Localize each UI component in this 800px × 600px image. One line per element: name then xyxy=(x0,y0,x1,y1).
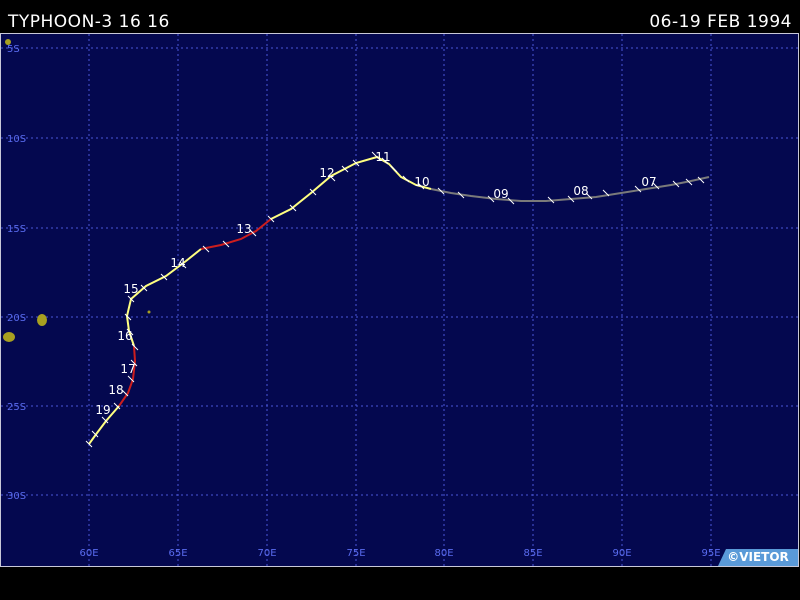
storm-title: TYPHOON-3 16 16 xyxy=(8,12,170,32)
island-chagos xyxy=(5,39,11,45)
day-label: 13 xyxy=(236,222,251,236)
track-storm-segment-2 xyxy=(125,248,202,347)
lon-label: 80E xyxy=(434,548,453,559)
lat-label: 15S xyxy=(7,224,26,235)
track-typhoon-segment-2 xyxy=(118,345,137,407)
day-label: 17 xyxy=(120,362,135,376)
date-range: 06-19 FEB 1994 xyxy=(649,12,792,32)
island-reunion xyxy=(3,332,15,342)
lon-label: 85E xyxy=(523,548,542,559)
day-label: 09 xyxy=(493,187,508,201)
day-label: 12 xyxy=(319,166,334,180)
bottom-bar xyxy=(0,567,800,600)
lat-label: 30S xyxy=(7,491,26,502)
day-label: 11 xyxy=(375,150,390,164)
track-map: 60E 65E 70E 75E 80E 85E 90E 95E 5S 10S 15S 20S 25S 30… xyxy=(0,33,799,567)
lat-label: 5S xyxy=(7,44,20,55)
day-label: 19 xyxy=(95,403,110,417)
day-label: 10 xyxy=(414,175,429,189)
lon-label: 60E xyxy=(79,548,98,559)
lat-label: 25S xyxy=(7,402,26,413)
title-bar: TYPHOON-3 16 16 06-19 FEB 1994 xyxy=(0,0,800,34)
island-rodrigues xyxy=(147,310,151,314)
day-label: 14 xyxy=(170,256,185,270)
day-label: 18 xyxy=(108,383,123,397)
lon-label: 95E xyxy=(701,548,720,559)
day-label: 16 xyxy=(117,329,132,343)
track-tick xyxy=(390,165,398,173)
lat-label: 10S xyxy=(7,134,26,145)
lon-label: 65E xyxy=(168,548,187,559)
copyright-badge: ©VIETOR xyxy=(718,549,798,566)
island-mauritius xyxy=(37,314,47,326)
track-map-canvas: 60E 65E 70E 75E 80E 85E 90E 95E 5S 10S 15S 20S 25S 30… xyxy=(1,34,798,566)
lon-label: 90E xyxy=(612,548,631,559)
lon-label: 70E xyxy=(257,548,276,559)
day-label: 08 xyxy=(573,184,588,198)
lat-label: 20S xyxy=(7,313,26,324)
lon-label: 75E xyxy=(346,548,365,559)
day-label: 07 xyxy=(641,175,656,189)
day-label: 15 xyxy=(123,282,138,296)
